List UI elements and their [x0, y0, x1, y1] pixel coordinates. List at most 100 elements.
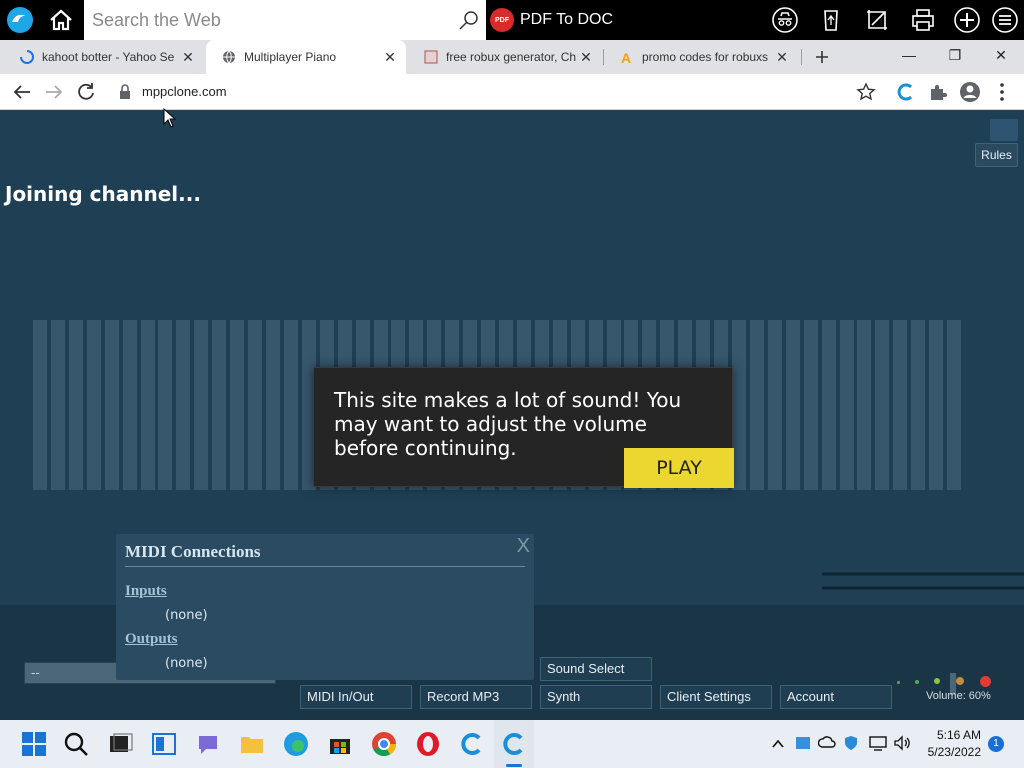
recycle-icon[interactable]: [818, 7, 844, 33]
pdf-to-doc-button[interactable]: PDF PDF To DOC: [490, 6, 613, 34]
midi-inputs-heading[interactable]: Inputs: [125, 583, 167, 600]
cloud-icon[interactable]: [818, 734, 836, 752]
minimize-icon[interactable]: —: [886, 40, 932, 70]
piano-key[interactable]: [266, 320, 280, 490]
piano-key[interactable]: [194, 320, 209, 490]
top-toolbar: Search the Web PDF PDF To DOC: [0, 0, 1024, 40]
tray-app-icon[interactable]: [794, 734, 812, 752]
extension-c-icon[interactable]: [894, 80, 918, 104]
piano-key[interactable]: [33, 320, 47, 490]
piano-key[interactable]: [122, 320, 137, 490]
close-tab-icon[interactable]: ✕: [578, 49, 594, 65]
menu-circle-icon[interactable]: [992, 7, 1018, 33]
synth-button[interactable]: Synth: [540, 685, 652, 709]
close-icon[interactable]: X: [517, 535, 530, 558]
globe-icon: [223, 50, 235, 64]
clock-date[interactable]: 5/23/2022: [926, 745, 981, 759]
piano-key[interactable]: [785, 320, 800, 490]
security-shield-icon[interactable]: [842, 734, 860, 752]
incognito-icon[interactable]: [772, 7, 798, 33]
piano-key[interactable]: [767, 320, 782, 490]
tab-kahoot[interactable]: kahoot botter - Yahoo Se ✕: [4, 40, 204, 74]
sound-select-button[interactable]: Sound Select: [540, 657, 652, 681]
search-placeholder: Search the Web: [92, 10, 221, 30]
piano-key[interactable]: [86, 320, 101, 490]
widgets-icon[interactable]: [150, 730, 178, 758]
play-button[interactable]: PLAY: [624, 448, 734, 488]
url-field[interactable]: mppclone.com: [142, 84, 227, 99]
back-icon[interactable]: [10, 80, 34, 104]
piano-key[interactable]: [839, 320, 854, 490]
search-icon[interactable]: [62, 730, 90, 758]
close-tab-icon[interactable]: ✕: [382, 49, 398, 65]
piano-key[interactable]: [821, 320, 836, 490]
bookmark-star-icon[interactable]: [854, 80, 878, 104]
extensions-puzzle-icon[interactable]: [926, 80, 950, 104]
toggle-icon[interactable]: [990, 119, 1018, 141]
tab-promo-codes[interactable]: A promo codes for robuxs ✕: [604, 40, 798, 74]
task-view-icon[interactable]: [106, 730, 134, 758]
record-mp3-button[interactable]: Record MP3: [420, 685, 532, 709]
browser-logo-icon[interactable]: [6, 6, 34, 34]
web-search-box[interactable]: Search the Web: [84, 0, 486, 40]
chrome-icon[interactable]: [370, 730, 398, 758]
browser-c-icon[interactable]: [458, 730, 486, 758]
crop-tool-icon[interactable]: [864, 7, 890, 33]
midi-inout-button[interactable]: MIDI In/Out: [300, 685, 412, 709]
reload-icon[interactable]: [74, 80, 98, 104]
pdf-icon: PDF: [490, 8, 514, 32]
print-icon[interactable]: [910, 7, 936, 33]
notification-badge[interactable]: 1: [988, 736, 1004, 752]
piano-key[interactable]: [212, 320, 227, 490]
piano-key[interactable]: [857, 320, 872, 490]
close-tab-icon[interactable]: ✕: [180, 49, 196, 65]
piano-key[interactable]: [929, 320, 944, 490]
home-icon[interactable]: [46, 6, 76, 34]
profile-avatar-icon[interactable]: [958, 80, 982, 104]
tab-robux-generator[interactable]: free robux generator, Ch ✕: [408, 40, 602, 74]
search-icon[interactable]: [458, 9, 480, 31]
network-icon[interactable]: [868, 734, 888, 752]
account-button[interactable]: Account: [780, 685, 892, 709]
file-explorer-icon[interactable]: [238, 730, 266, 758]
piano-key[interactable]: [283, 320, 298, 490]
restore-icon[interactable]: ❐: [932, 40, 978, 70]
forward-icon[interactable]: [42, 80, 66, 104]
browser-c-active-icon[interactable]: [500, 730, 528, 758]
close-window-icon[interactable]: ✕: [978, 40, 1024, 70]
lock-icon[interactable]: [118, 84, 132, 100]
piano-key[interactable]: [875, 320, 890, 490]
opera-icon[interactable]: [414, 730, 442, 758]
piano-key[interactable]: [947, 320, 962, 490]
clock-time[interactable]: 5:16 AM: [926, 728, 981, 742]
store-icon[interactable]: [326, 730, 354, 758]
piano-key[interactable]: [893, 320, 908, 490]
piano-key[interactable]: [230, 320, 245, 490]
piano-key[interactable]: [140, 320, 155, 490]
more-menu-icon[interactable]: [990, 80, 1014, 104]
piano-key[interactable]: [176, 320, 191, 490]
status-dot: [915, 680, 919, 684]
add-circle-icon[interactable]: [954, 7, 980, 33]
piano-key[interactable]: [248, 320, 263, 490]
piano-key[interactable]: [158, 320, 173, 490]
teams-chat-icon[interactable]: [194, 730, 222, 758]
chevron-up-icon[interactable]: [770, 736, 786, 752]
new-tab-icon[interactable]: [814, 49, 830, 65]
volume-speaker-icon[interactable]: [892, 734, 912, 752]
decorative-lines: [822, 572, 1024, 590]
piano-key[interactable]: [50, 320, 65, 490]
piano-key[interactable]: [732, 320, 746, 490]
client-settings-button[interactable]: Client Settings: [660, 685, 772, 709]
piano-key[interactable]: [749, 320, 764, 490]
edge-browser-icon[interactable]: [282, 730, 310, 758]
piano-key[interactable]: [911, 320, 926, 490]
piano-key[interactable]: [104, 320, 119, 490]
close-tab-icon[interactable]: ✕: [774, 49, 790, 65]
midi-outputs-heading[interactable]: Outputs: [125, 631, 178, 648]
piano-key[interactable]: [68, 320, 83, 490]
tab-multiplayer-piano[interactable]: Multiplayer Piano ✕: [206, 40, 406, 74]
windows-start-icon[interactable]: [20, 730, 48, 758]
piano-key[interactable]: [803, 320, 818, 490]
rules-button[interactable]: Rules: [975, 143, 1018, 167]
